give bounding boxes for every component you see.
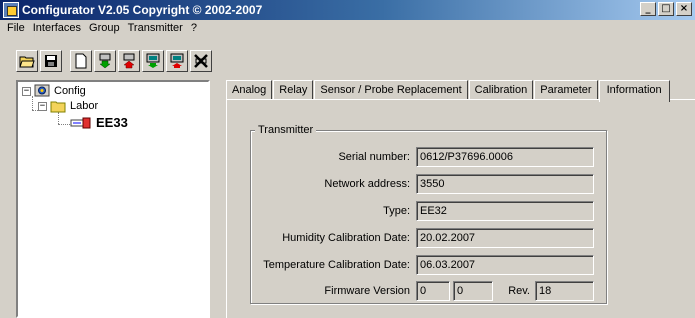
config-icon [34, 84, 50, 97]
humidity-calibration-date-field[interactable]: 20.02.2007 [416, 228, 594, 248]
tree-node-config[interactable]: − Config [22, 84, 86, 98]
delete-button[interactable] [190, 50, 212, 72]
download-green-icon [99, 53, 111, 69]
caption-buttons: _ □ × [640, 2, 692, 16]
tree-connector [58, 124, 70, 125]
firmware-minor-field[interactable]: 0 [453, 281, 493, 301]
collapse-icon[interactable]: − [22, 86, 31, 96]
close-button[interactable]: × [676, 2, 692, 16]
menu-bar: File Interfaces Group Transmitter ? [0, 20, 201, 38]
menu-help[interactable]: ? [187, 20, 201, 38]
tab-relay[interactable]: Relay [273, 80, 314, 100]
tree-node-labor[interactable]: − Labor [38, 99, 98, 113]
tree-node-ee33[interactable]: EE33 [70, 115, 128, 130]
device-tree[interactable]: − Config − Labor EE33 [16, 80, 210, 318]
serial-number-label: Serial number: [338, 151, 410, 163]
rev-label: Rev. [508, 285, 530, 297]
tree-connector [32, 96, 33, 110]
tree-label-ee33: EE33 [96, 115, 128, 130]
tab-analog[interactable]: Analog [226, 80, 273, 100]
transmitter-group-label: Transmitter [255, 124, 317, 136]
collapse-icon[interactable]: − [38, 101, 47, 111]
folder-icon [50, 101, 66, 113]
open-folder-icon [19, 56, 35, 68]
write-button[interactable] [118, 50, 140, 72]
open-button[interactable] [16, 50, 38, 72]
delete-cross-icon [194, 54, 208, 68]
type-label: Type: [383, 205, 410, 217]
type-field[interactable]: EE32 [416, 201, 594, 221]
minimize-button[interactable]: _ [640, 2, 656, 16]
temperature-calibration-date-label: Temperature Calibration Date: [263, 259, 410, 271]
monitor-green-icon [146, 53, 160, 68]
app-icon[interactable] [3, 2, 19, 18]
network-address-label: Network address: [324, 178, 410, 190]
tab-calibration[interactable]: Calibration [468, 80, 534, 100]
read-button[interactable] [94, 50, 116, 72]
upload-red-icon [123, 53, 135, 69]
serial-number-field[interactable]: 0612/P37696.0006 [416, 147, 594, 167]
menu-group[interactable]: Group [85, 20, 124, 38]
firmware-version-label: Firmware Version [324, 285, 410, 297]
tree-connector [58, 112, 59, 124]
tab-information[interactable]: Information [598, 80, 670, 102]
humidity-calibration-date-label: Humidity Calibration Date: [282, 232, 410, 244]
menu-interfaces[interactable]: Interfaces [29, 20, 85, 38]
tab-parameter[interactable]: Parameter [534, 80, 598, 100]
tab-sensor-probe-replacement[interactable]: Sensor / Probe Replacement [314, 80, 468, 100]
new-button[interactable] [70, 50, 92, 72]
toolbar [16, 50, 214, 72]
transmitter-probe-icon [70, 117, 91, 128]
save-disk-icon [45, 55, 57, 67]
temperature-calibration-date-field[interactable]: 06.03.2007 [416, 255, 594, 275]
configurator-window: Configurator V2.05 Copyright © 2002-2007… [0, 0, 695, 318]
tree-label-config: Config [54, 85, 86, 97]
tab-strip: Analog Relay Sensor / Probe Replacement … [226, 78, 671, 102]
menu-transmitter[interactable]: Transmitter [124, 20, 187, 38]
menu-file[interactable]: File [3, 20, 29, 38]
monitor-read-button[interactable] [142, 50, 164, 72]
monitor-write-button[interactable] [166, 50, 188, 72]
window-title: Configurator V2.05 Copyright © 2002-2007 [22, 3, 263, 17]
new-document-icon [75, 53, 87, 69]
network-address-field[interactable]: 3550 [416, 174, 594, 194]
firmware-major-field[interactable]: 0 [416, 281, 450, 301]
monitor-red-icon [170, 53, 184, 68]
revision-field[interactable]: 18 [535, 281, 594, 301]
tree-label-labor: Labor [70, 100, 99, 112]
title-bar[interactable]: Configurator V2.05 Copyright © 2002-2007… [0, 0, 695, 20]
maximize-button[interactable]: □ [658, 2, 674, 16]
save-button[interactable] [40, 50, 62, 72]
